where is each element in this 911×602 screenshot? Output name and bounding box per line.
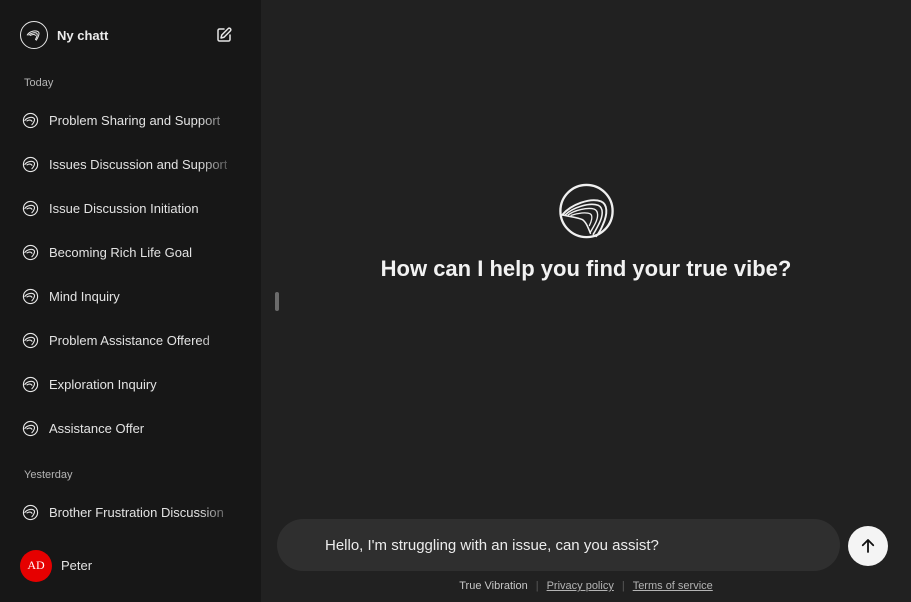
chat-logo-icon	[22, 504, 39, 521]
section-label-today: Today	[24, 77, 54, 89]
chat-item-label: Mind Inquiry	[49, 288, 120, 304]
user-name[interactable]: Peter	[61, 558, 92, 573]
chat-logo-icon	[22, 332, 39, 349]
edit-icon	[217, 27, 232, 42]
privacy-policy-link[interactable]: Privacy policy	[547, 580, 614, 592]
avatar[interactable]: AD	[20, 549, 52, 582]
sidebar-header[interactable]: Ny chatt	[20, 20, 238, 50]
chat-item[interactable]: Issue Discussion Initiation	[12, 190, 250, 226]
chat-item[interactable]: Problem Assistance Offered	[12, 322, 250, 358]
chat-logo-icon	[22, 112, 39, 129]
chat-item-label: Problem Sharing and Support	[49, 112, 221, 128]
chat-item[interactable]: Becoming Rich Life Goal	[12, 234, 250, 270]
chat-item-label: Issues Discussion and Support	[49, 156, 228, 172]
chat-logo-icon	[22, 156, 39, 173]
chat-item-label: Becoming Rich Life Goal	[49, 244, 193, 260]
chat-logo-icon	[22, 244, 39, 261]
chat-item[interactable]: Brother Frustration Discussion	[12, 494, 250, 530]
section-label-yesterday: Yesterday	[24, 469, 73, 481]
new-chat-label[interactable]: Ny chatt	[57, 28, 108, 43]
user-menu[interactable]: AD Peter	[20, 549, 92, 582]
chat-logo-icon	[22, 200, 39, 217]
chat-logo-icon	[22, 288, 39, 305]
chat-item[interactable]: Exploration Inquiry	[12, 366, 250, 402]
chat-item-label: Exploration Inquiry	[49, 376, 157, 392]
chat-item[interactable]: Issues Discussion and Support	[12, 146, 250, 182]
new-chat-button[interactable]	[214, 25, 234, 45]
chat-item-label: Brother Frustration Discussion	[49, 504, 224, 520]
send-button[interactable]	[848, 526, 888, 566]
brand-logo-icon	[557, 183, 616, 241]
footer-brand: True Vibration	[459, 580, 528, 592]
message-input[interactable]	[325, 536, 815, 554]
footer-separator: |	[621, 580, 625, 592]
chat-item[interactable]: Problem Sharing and Support	[12, 102, 250, 138]
page-title: How can I help you find your true vibe?	[380, 256, 792, 281]
sidebar: Ny chatt Today Problem Sharing and Suppo…	[0, 0, 261, 602]
chat-logo-icon	[22, 376, 39, 393]
chat-item[interactable]: Assistance Offer	[12, 410, 250, 446]
chat-item-label: Assistance Offer	[49, 420, 145, 436]
terms-of-service-link[interactable]: Terms of service	[633, 580, 713, 592]
chat-item-label: Problem Assistance Offered	[49, 332, 210, 348]
footer: True Vibration | Privacy policy | Terms …	[261, 580, 911, 592]
brand-logo-icon	[20, 21, 48, 49]
arrow-up-icon	[861, 539, 875, 553]
chat-logo-icon	[22, 420, 39, 437]
chat-item[interactable]: Mind Inquiry	[12, 278, 250, 314]
footer-separator: |	[535, 580, 539, 592]
message-composer[interactable]	[277, 519, 840, 571]
chat-item-label: Issue Discussion Initiation	[49, 200, 199, 216]
sidebar-resize-handle[interactable]	[275, 292, 279, 311]
